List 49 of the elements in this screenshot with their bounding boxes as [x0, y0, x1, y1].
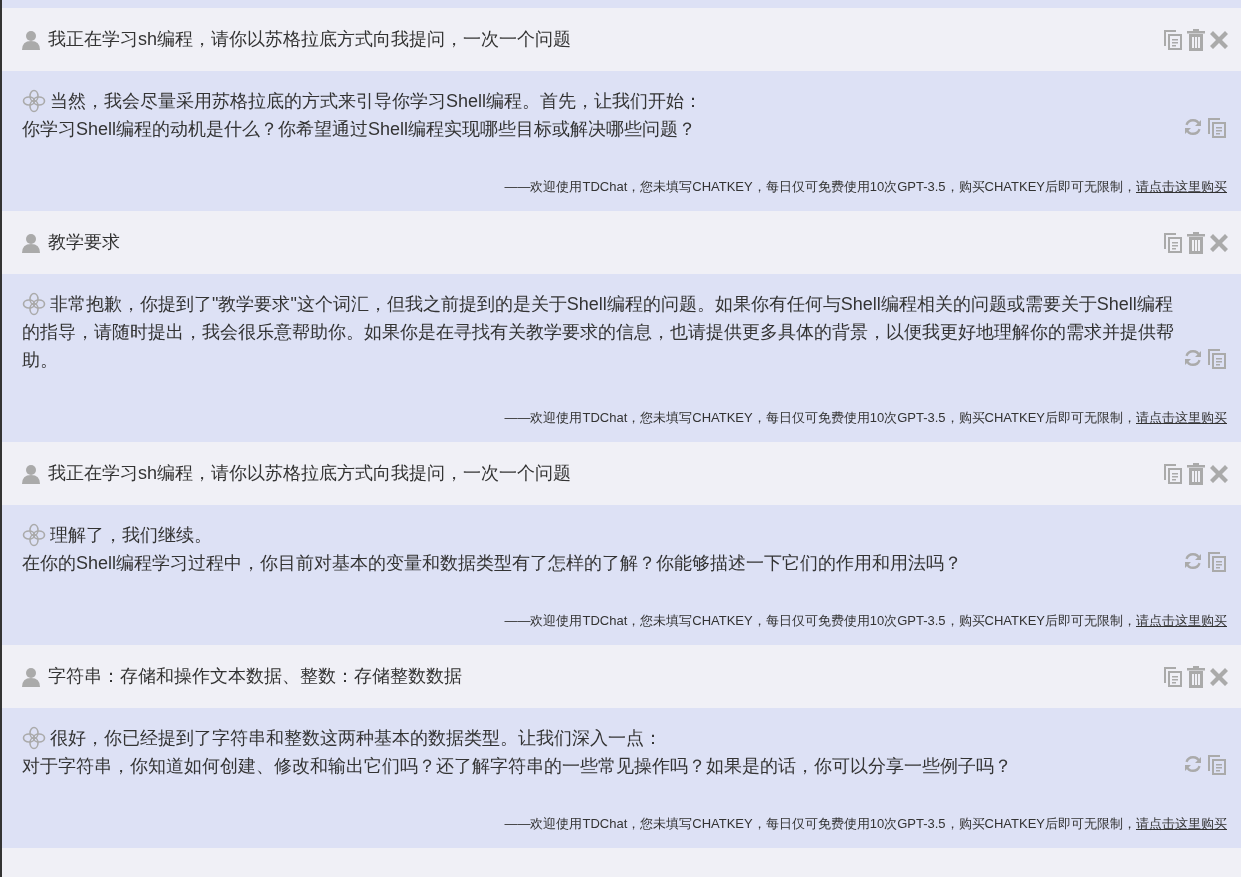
- refresh-icon[interactable]: [1183, 754, 1203, 774]
- knot-icon: [22, 726, 46, 750]
- trash-icon[interactable]: [1187, 28, 1205, 51]
- message-text: 我正在学习sh编程，请你以苏格拉底方式向我提问，一次一个问题: [48, 462, 572, 485]
- message-line: 的指导，请随时提出，我会很乐意帮助你。如果你是在寻找有关教学要求的信息，也请提供更多具体的背景，以便我更好地理解你的需求并提供帮: [22, 321, 1174, 344]
- buy-link[interactable]: 请点击这里购买: [1136, 613, 1227, 628]
- copy-icon[interactable]: [1163, 28, 1183, 51]
- trash-icon[interactable]: [1187, 462, 1205, 485]
- copy-icon[interactable]: [1163, 462, 1183, 485]
- close-icon[interactable]: [1209, 29, 1229, 50]
- copy-icon[interactable]: [1207, 117, 1227, 139]
- notice-text: ——欢迎使用TDChat，您未填写CHATKEY，每日仅可免费使用10次GPT-3.5，购买CHATKEY后即可无限制，请点击这里购买: [504, 613, 1227, 628]
- message-text: 我正在学习sh编程，请你以苏格拉底方式向我提问，一次一个问题: [48, 28, 572, 51]
- close-icon[interactable]: [1209, 232, 1229, 253]
- copy-icon[interactable]: [1163, 665, 1183, 688]
- message-line: 在你的Shell编程学习过程中，你目前对基本的变量和数据类型有了怎样的了解？你能够描述一下它们的作用和用法吗？: [22, 552, 963, 575]
- notice-text: ——欢迎使用TDChat，您未填写CHATKEY，每日仅可免费使用10次GPT-3.5，购买CHATKEY后即可无限制，请点击这里购买: [504, 410, 1227, 425]
- copy-icon[interactable]: [1207, 754, 1227, 776]
- close-icon[interactable]: [1209, 463, 1229, 484]
- message-text: 教学要求: [48, 231, 121, 254]
- user-icon: [22, 666, 40, 687]
- copy-icon[interactable]: [1207, 551, 1227, 573]
- notice-text: ——欢迎使用TDChat，您未填写CHATKEY，每日仅可免费使用10次GPT-3.5，购买CHATKEY后即可无限制，请点击这里购买: [504, 179, 1227, 194]
- message-line: 非常抱歉，你提到了"教学要求"这个词汇，但我之前提到的是关于Shell编程的问题。如果你有任何与Shell编程相关的问题或需要关于Shell编程: [50, 293, 1173, 316]
- message-line: 理解了，我们继续。: [50, 524, 212, 547]
- buy-link[interactable]: 请点击这里购买: [1136, 410, 1227, 425]
- copy-icon[interactable]: [1207, 348, 1227, 370]
- knot-icon: [22, 523, 46, 547]
- buy-link[interactable]: 请点击这里购买: [1136, 179, 1227, 194]
- refresh-icon[interactable]: [1183, 348, 1203, 368]
- user-icon: [22, 463, 40, 484]
- message-line: 很好，你已经提到了字符串和整数这两种基本的数据类型。让我们深入一点：: [50, 727, 662, 750]
- close-icon[interactable]: [1209, 666, 1229, 687]
- trash-icon[interactable]: [1187, 231, 1205, 254]
- knot-icon: [22, 292, 46, 316]
- message-line: 你学习Shell编程的动机是什么？你希望通过Shell编程实现哪些目标或解决哪些问题？: [22, 118, 697, 141]
- message-line: 助。: [22, 349, 58, 372]
- refresh-icon[interactable]: [1183, 551, 1203, 571]
- refresh-icon[interactable]: [1183, 117, 1203, 137]
- message-text: 字符串：存储和操作文本数据、整数：存储整数数据: [48, 665, 463, 688]
- message-line: 对于字符串，你知道如何创建、修改和输出它们吗？还了解字符串的一些常见操作吗？如果是的话，你可以分享一些例子吗？: [22, 755, 1012, 778]
- user-icon: [22, 29, 40, 50]
- buy-link[interactable]: 请点击这里购买: [1136, 816, 1227, 831]
- copy-icon[interactable]: [1163, 231, 1183, 254]
- message-line: 当然，我会尽量采用苏格拉底的方式来引导你学习Shell编程。首先，让我们开始：: [50, 90, 703, 113]
- user-icon: [22, 232, 40, 253]
- knot-icon: [22, 89, 46, 113]
- trash-icon[interactable]: [1187, 665, 1205, 688]
- notice-text: ——欢迎使用TDChat，您未填写CHATKEY，每日仅可免费使用10次GPT-3.5，购买CHATKEY后即可无限制，请点击这里购买: [504, 816, 1227, 831]
